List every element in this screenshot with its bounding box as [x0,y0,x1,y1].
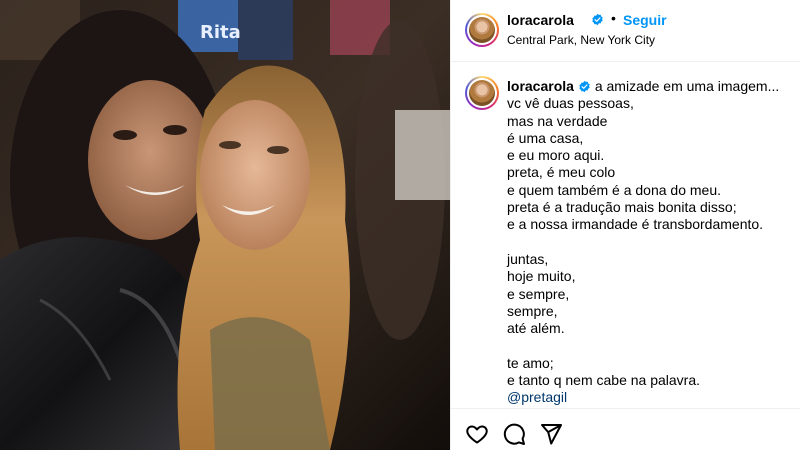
share-button[interactable] [539,422,565,448]
post-photo[interactable]: Rita [0,0,450,450]
caption-mention-line: @pretagil [507,389,789,406]
caption-line: loracarola a amizade em uma imagem... [507,78,789,95]
verified-badge-icon [592,13,603,26]
caption-line: e a nossa irmandade é transbordamento. [507,216,764,233]
caption-text: loracarola a amizade em uma imagem... vc… [507,78,789,407]
caption-line: mas na verdade [507,112,608,129]
separator-dot: • [611,10,616,26]
follow-button[interactable]: Seguir [623,12,667,28]
caption-line: e quem também é a dona do meu. [507,181,722,198]
caption-line [507,234,789,251]
post-location[interactable]: Central Park, New York City [507,33,655,47]
caption-line-text: a amizade em uma imagem... [594,78,780,94]
caption-line: preta, é meu colo [507,164,616,181]
photo-sign-text: Rita [200,22,241,43]
caption-line: até além. [507,320,565,337]
caption-line: preta é a tradução mais bonita disso; [507,199,737,216]
share-icon [541,424,562,445]
author-avatar[interactable] [465,13,499,47]
caption-verified-badge-icon [579,80,590,93]
caption-line: e tanto q nem cabe na palavra. [507,372,701,389]
caption-line: e sempre, [507,285,570,302]
post-side-panel: loracarola • Seguir Central Park, New Yo… [450,0,800,450]
caption-line: e eu moro aqui. [507,147,605,164]
caption-line: te amo; [507,354,554,371]
caption-line: sempre, [507,302,558,319]
caption-line: juntas, [507,250,549,267]
action-bar [451,408,800,450]
caption-line: é uma casa, [507,129,584,146]
comment-icon [503,423,525,445]
instagram-post-window: Rita loracarola • Seguir Central Park, N… [0,0,800,450]
caption-author-avatar[interactable] [465,76,499,110]
mention-link[interactable]: @pretagil [507,389,567,405]
caption-section: loracarola a amizade em uma imagem... vc… [451,62,800,408]
caption-username[interactable]: loracarola [507,78,574,94]
comment-button[interactable] [502,422,528,448]
post-header: loracarola • Seguir Central Park, New Yo… [451,0,800,62]
caption-line: hoje muito, [507,268,576,285]
post-image: Rita [0,0,450,450]
author-username[interactable]: loracarola [507,12,574,28]
caption-line: vc vê duas pessoas, [507,95,634,112]
caption-line [507,337,789,354]
heart-icon [466,425,488,444]
like-button[interactable] [465,422,491,448]
